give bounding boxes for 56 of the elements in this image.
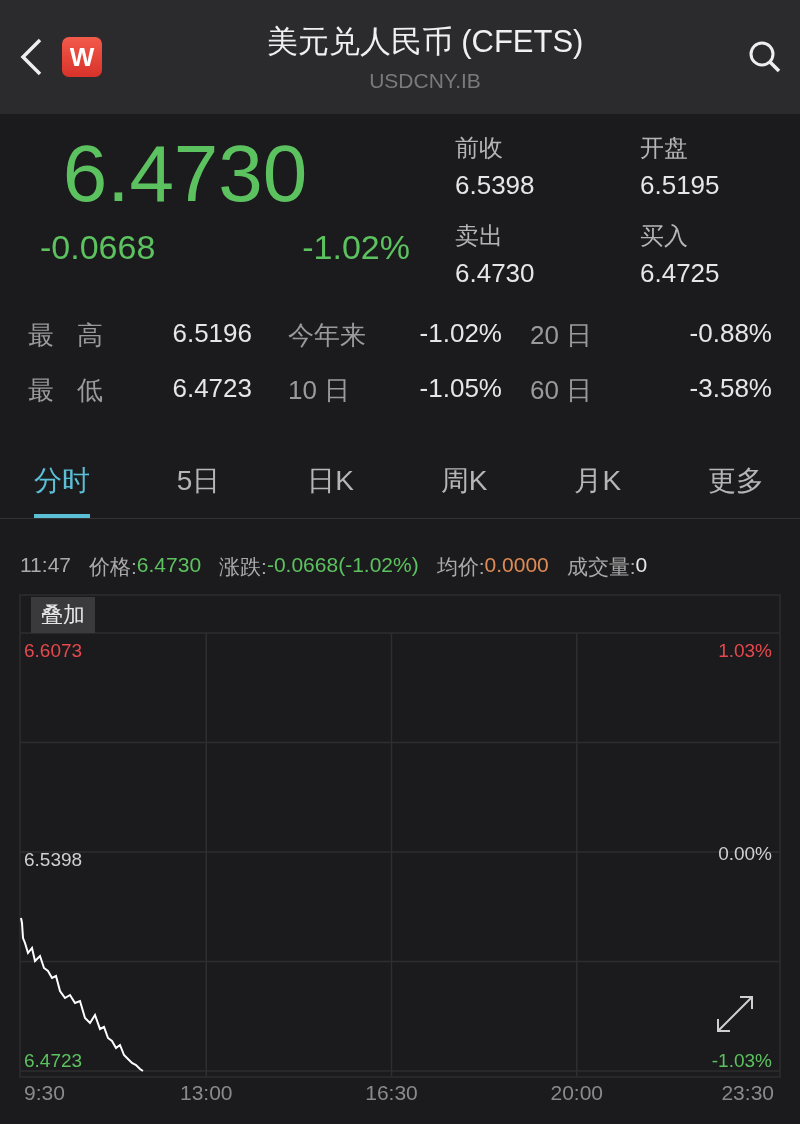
stat-label: 今年来: [287, 319, 367, 352]
info-value: 6.4730: [136, 553, 202, 578]
x-axis-label: 13:00: [179, 1081, 233, 1104]
stat-value: -1.02%: [418, 318, 502, 350]
field-label: 买入: [640, 221, 689, 251]
chart-tab[interactable]: 更多: [707, 452, 764, 518]
time-label: 11:47: [20, 553, 71, 578]
field-label: 前收: [455, 133, 504, 163]
info-value: -0.0668(-1.02%): [266, 553, 419, 578]
info-label: 价格:: [89, 554, 137, 580]
overlay-button[interactable]: 叠加: [31, 597, 95, 633]
expand-icon[interactable]: [717, 996, 753, 1032]
info-label: 均价:: [436, 554, 485, 580]
stat-label: 60 日: [529, 374, 594, 407]
field-value: 6.5195: [640, 170, 721, 201]
page-title: 美元兑人民币 (CFETS): [266, 23, 584, 61]
info-label: 成交量:: [566, 554, 636, 580]
stat-value: -3.58%: [688, 373, 772, 405]
y-axis-label: 6.4723: [24, 1050, 83, 1071]
y-axis-label: 6.5398: [24, 849, 83, 870]
stat-label: 20 日: [529, 319, 594, 352]
info-value: 0: [635, 553, 648, 578]
stat-label: 最低: [28, 374, 108, 407]
back-icon[interactable]: [18, 37, 44, 77]
field-value: 6.5398: [455, 170, 536, 201]
chart-tab[interactable]: 日K: [307, 452, 354, 518]
percent-axis-label: 0.00%: [718, 843, 772, 864]
chart-tab[interactable]: 月K: [574, 452, 622, 518]
field-label: 卖出: [455, 221, 504, 251]
y-axis-label: 6.6073: [24, 640, 83, 661]
app-logo: W: [62, 37, 102, 77]
field-value: 6.4725: [640, 258, 721, 289]
percent-axis-label: 1.03%: [718, 640, 772, 661]
percent-change: -1.02%: [302, 228, 410, 267]
price-change: -0.0668: [40, 228, 156, 267]
stat-label: 10 日: [287, 374, 352, 407]
x-axis-label: 23:30: [721, 1081, 774, 1104]
chart-tab[interactable]: 5日: [176, 452, 221, 518]
x-axis-label: 20:00: [550, 1081, 604, 1104]
chart-tab[interactable]: 分时: [34, 452, 90, 518]
stat-label: 最高: [28, 319, 108, 352]
x-axis-label: 9:30: [24, 1081, 65, 1104]
chart-tab[interactable]: 周K: [440, 452, 488, 518]
info-value: 0.0000: [484, 553, 549, 578]
stat-value: 6.5196: [171, 318, 252, 350]
x-axis-label: 16:30: [365, 1081, 418, 1104]
stat-value: -0.88%: [688, 318, 772, 350]
percent-axis-label: -1.03%: [711, 1050, 772, 1071]
field-label: 开盘: [640, 133, 689, 163]
symbol-subtitle: USDCNY.IB: [369, 69, 481, 93]
stat-value: -1.05%: [418, 373, 502, 405]
search-icon[interactable]: [748, 40, 782, 74]
last-price: 6.4730: [61, 132, 309, 216]
info-label: 涨跌:: [219, 554, 267, 580]
stat-value: 6.4723: [171, 373, 252, 405]
field-value: 6.4730: [455, 258, 536, 289]
